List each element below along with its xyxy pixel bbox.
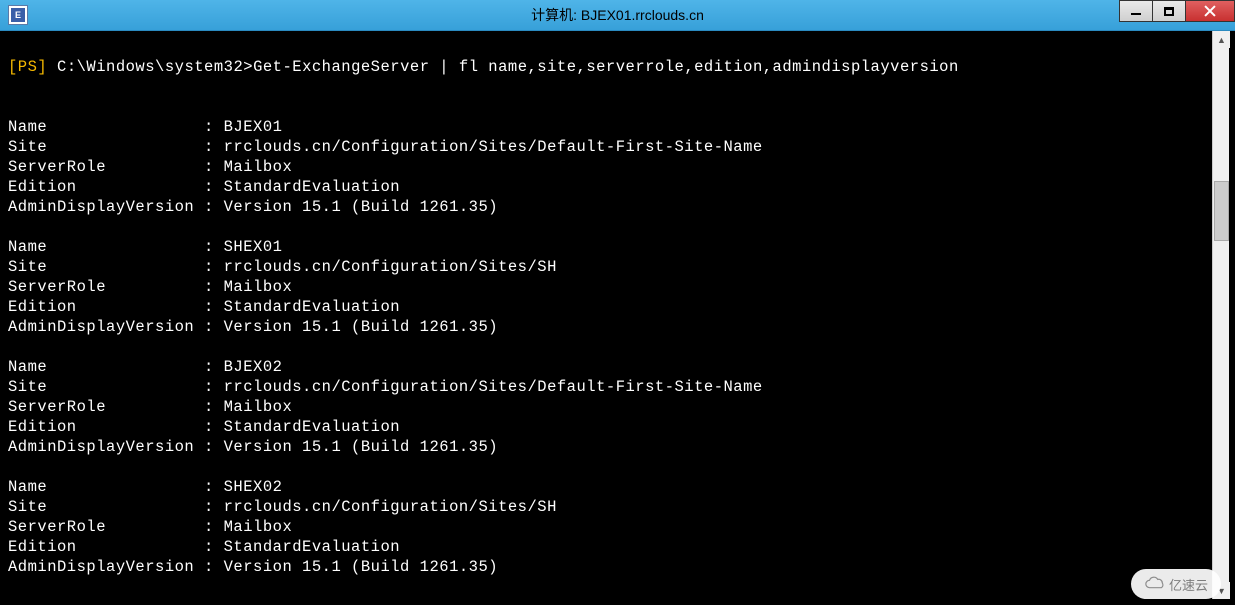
- minimize-button[interactable]: [1119, 0, 1153, 22]
- watermark-text: 亿速云: [1169, 575, 1208, 594]
- watermark-badge: 亿速云: [1131, 569, 1221, 599]
- powershell-console[interactable]: [PS] C:\Windows\system32>Get-ExchangeSer…: [6, 31, 1212, 599]
- scroll-thumb[interactable]: [1214, 181, 1229, 241]
- scroll-up-button[interactable]: ▲: [1213, 31, 1230, 48]
- cloud-icon: [1144, 576, 1166, 592]
- close-icon: [1204, 5, 1216, 17]
- window-title: 计算机: BJEX01.rrclouds.cn: [531, 5, 704, 25]
- command-text: Get-ExchangeServer | fl name,site,server…: [253, 58, 959, 76]
- close-button[interactable]: [1185, 0, 1235, 22]
- console-container: [PS] C:\Windows\system32>Get-ExchangeSer…: [6, 31, 1229, 599]
- prompt-path: C:\Windows\system32>: [47, 58, 253, 76]
- maximize-icon: [1164, 7, 1174, 16]
- minimize-icon: [1131, 13, 1141, 15]
- window-controls: [1120, 0, 1235, 22]
- window-titlebar: E 计算机: BJEX01.rrclouds.cn: [0, 0, 1235, 31]
- ps-tag: [PS]: [8, 58, 47, 76]
- maximize-button[interactable]: [1152, 0, 1186, 22]
- vertical-scrollbar[interactable]: ▲ ▼: [1212, 31, 1229, 599]
- app-icon: E: [8, 5, 28, 25]
